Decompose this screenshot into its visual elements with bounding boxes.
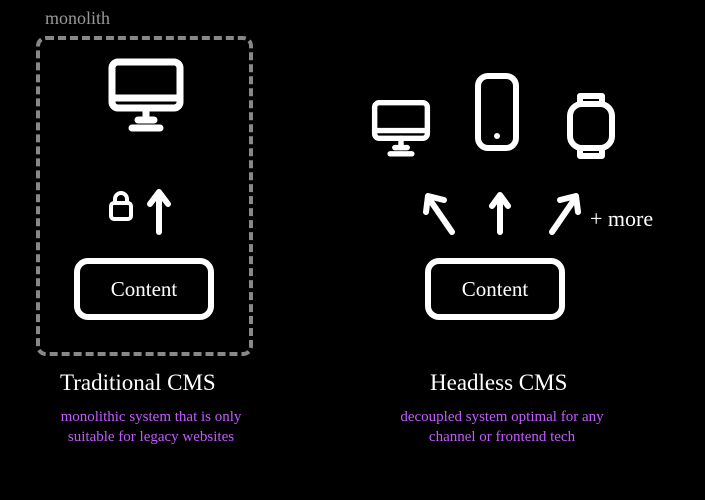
lock-icon (108, 190, 134, 227)
watch-icon (562, 90, 620, 167)
headless-cms-description: decoupled system optimal for any channel… (392, 408, 612, 447)
arrow-up-right-icon (546, 190, 582, 241)
desktop-icon (106, 56, 186, 141)
traditional-cms-title: Traditional CMS (60, 370, 216, 396)
headless-cms-title: Headless CMS (430, 370, 567, 396)
traditional-cms-description: monolithic system that is only suitable … (46, 408, 256, 447)
content-box-traditional: Content (74, 258, 214, 320)
content-label: Content (462, 277, 529, 302)
arrow-up-left-icon (422, 190, 458, 241)
arrow-up-icon (146, 186, 172, 241)
plus-more-label: + more (590, 206, 653, 232)
arrow-up-icon (489, 190, 511, 241)
monolith-label: monolith (45, 8, 110, 29)
desktop-icon (370, 98, 432, 165)
content-box-headless: Content (425, 258, 565, 320)
phone-icon (472, 72, 522, 157)
diagram-canvas: monolith Content Traditional CMS monolit… (0, 0, 705, 500)
content-label: Content (111, 277, 178, 302)
